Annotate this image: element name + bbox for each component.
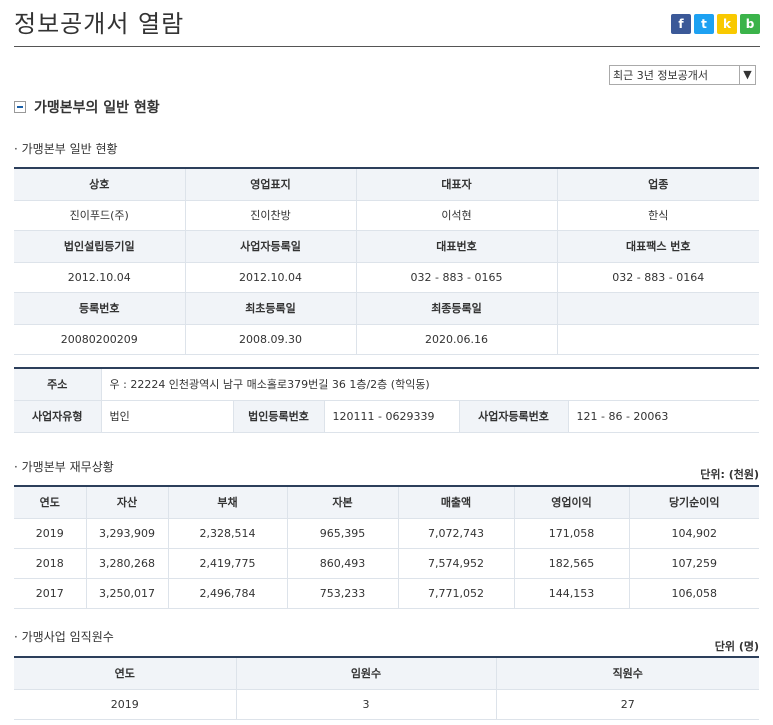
staff-title-text: 가맹사업 임직원수	[21, 630, 114, 644]
table-cell: 2,496,784	[167, 578, 287, 608]
header-cell: 자본	[286, 486, 398, 518]
share-buttons: f t k b	[671, 14, 760, 34]
table-row: 2019 3 27	[14, 689, 759, 719]
corp-no-label: 법인등록번호	[232, 400, 324, 432]
general-title: · 가맹본부 일반 현황	[14, 142, 118, 156]
header-cell	[556, 292, 759, 324]
table-cell: 7,574,952	[397, 548, 514, 578]
band-icon[interactable]: b	[740, 14, 760, 34]
table-cell: 2018	[35, 556, 64, 570]
header-cell: 연도	[14, 657, 236, 689]
table-cell: 753,233	[286, 578, 398, 608]
address-value: 우 : 22224 인천광역시 남구 매소홀로379번길 36 1층/2층 (학…	[100, 368, 760, 400]
table-cell: 860,493	[286, 548, 398, 578]
table-cell: 104,902	[628, 518, 759, 548]
finance-table: 연도 자산 부채 자본 매출액 영업이익 당기순이익 2019 3,293,90…	[14, 485, 759, 609]
collapse-icon[interactable]	[14, 101, 26, 113]
facebook-icon[interactable]: f	[671, 14, 691, 34]
table-cell: 3,280,268	[85, 548, 168, 578]
table-cell: 3,293,909	[85, 518, 168, 548]
general-table: 상호 영업표지 대표자 업종 진이푸드(주) 진이찬방 이석현 한식 법인설립등…	[14, 167, 759, 355]
table-cell: 2017	[35, 586, 64, 600]
staff-unit: 단위 (명)	[714, 640, 759, 653]
header-cell: 최초등록일	[184, 292, 356, 324]
table-cell: 107,259	[628, 548, 759, 578]
year-select[interactable]: 최근 3년 정보공개서 ▼	[609, 65, 756, 85]
header-cell: 자산	[85, 486, 168, 518]
table-cell: 2,419,775	[167, 548, 287, 578]
finance-unit: 단위: (천원)	[700, 468, 759, 481]
address-table: 주소 우 : 22224 인천광역시 남구 매소홀로379번길 36 1층/2층…	[14, 367, 760, 433]
table-cell: 965,395	[286, 518, 398, 548]
header-cell: 등록번호	[14, 292, 185, 324]
header-cell: 최종등록일	[355, 292, 557, 324]
biz-no-value: 121 - 86 - 20063	[567, 400, 760, 432]
title-divider	[14, 46, 760, 47]
table-cell: 144,153	[513, 578, 629, 608]
finance-title-text: 가맹본부 재무상황	[21, 460, 114, 474]
table-cell: 7,771,052	[397, 578, 514, 608]
address-label: 주소	[14, 368, 101, 400]
header-cell: 당기순이익	[628, 486, 759, 518]
section-title: 가맹본부의 일반 현황	[14, 97, 160, 117]
table-cell: 27	[495, 689, 759, 719]
table-row: 2017 3,250,017 2,496,784 753,233 7,771,0…	[14, 578, 759, 608]
chevron-down-icon[interactable]: ▼	[739, 66, 755, 84]
header-cell: 매출액	[397, 486, 514, 518]
value-cell: 이석현	[355, 200, 557, 230]
table-row: 2019 3,293,909 2,328,514 965,395 7,072,7…	[14, 518, 759, 548]
header-cell: 임원수	[235, 657, 496, 689]
table-cell: 2,328,514	[167, 518, 287, 548]
header-cell: 업종	[556, 168, 759, 200]
header-cell: 대표팩스 번호	[556, 230, 759, 262]
value-cell: 2012.10.04	[184, 262, 356, 292]
header-cell: 부채	[167, 486, 287, 518]
table-cell: 3,250,017	[85, 578, 168, 608]
table-cell: 2019	[110, 697, 139, 711]
page-title: 정보공개서 열람	[14, 10, 185, 38]
section-title-text: 가맹본부의 일반 현황	[34, 100, 160, 116]
header-cell: 대표번호	[355, 230, 557, 262]
table-row: 2018 3,280,268 2,419,775 860,493 7,574,9…	[14, 548, 759, 578]
general-title-text: 가맹본부 일반 현황	[21, 142, 118, 156]
value-cell: 2020.06.16	[355, 324, 557, 354]
header-cell: 연도	[14, 486, 86, 518]
biz-type-label: 사업자유형	[14, 400, 101, 432]
header-cell: 사업자등록일	[184, 230, 356, 262]
value-cell	[556, 324, 759, 354]
table-cell: 3	[235, 689, 496, 719]
header-cell: 대표자	[355, 168, 557, 200]
table-cell: 7,072,743	[397, 518, 514, 548]
kakao-icon[interactable]: k	[717, 14, 737, 34]
value-cell: 2012.10.04	[67, 270, 131, 284]
table-cell: 2019	[35, 526, 64, 540]
staff-table: 연도 임원수 직원수 2019 3 27	[14, 656, 759, 720]
value-cell: 진이푸드(주)	[69, 209, 129, 222]
header-cell: 영업표지	[184, 168, 356, 200]
header-cell: 상호	[14, 168, 185, 200]
header-cell: 직원수	[495, 657, 759, 689]
value-cell: 032 - 883 - 0164	[556, 262, 759, 292]
biz-no-label: 사업자등록번호	[458, 400, 568, 432]
corp-no-value: 120111 - 0629339	[323, 400, 459, 432]
staff-title: · 가맹사업 임직원수	[14, 630, 114, 644]
header-cell: 법인설립등기일	[14, 230, 185, 262]
table-cell: 106,058	[628, 578, 759, 608]
value-cell: 2008.09.30	[184, 324, 356, 354]
value-cell: 032 - 883 - 0165	[355, 262, 557, 292]
table-cell: 182,565	[513, 548, 629, 578]
value-cell: 한식	[556, 200, 759, 230]
finance-title: · 가맹본부 재무상황	[14, 460, 114, 474]
table-cell: 171,058	[513, 518, 629, 548]
year-select-value: 최근 3년 정보공개서	[613, 69, 708, 82]
header-cell: 영업이익	[513, 486, 629, 518]
biz-type-value: 법인	[100, 400, 233, 432]
value-cell: 진이찬방	[184, 200, 356, 230]
value-cell: 20080200209	[60, 332, 138, 346]
twitter-icon[interactable]: t	[694, 14, 714, 34]
